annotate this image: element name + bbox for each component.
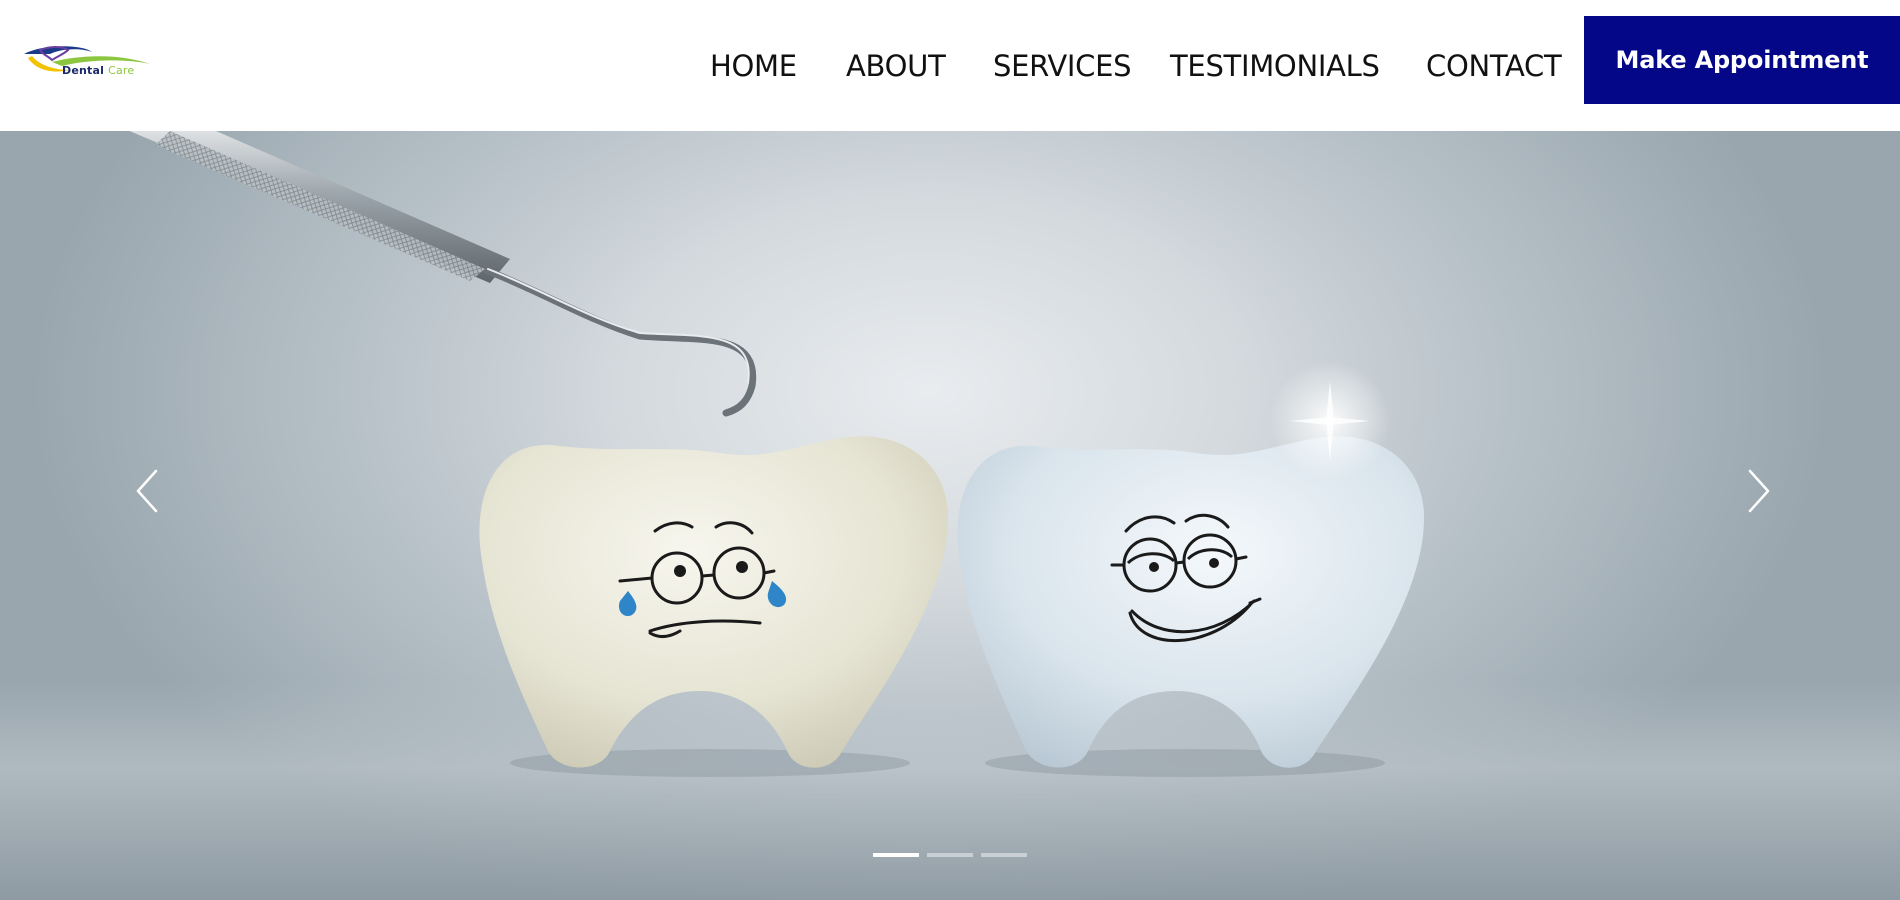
nav-services[interactable]: SERVICES (993, 44, 1132, 88)
happy-tooth (957, 361, 1425, 777)
site-logo[interactable]: Dental Care (22, 44, 154, 84)
logo-text: Dental Care (62, 64, 134, 77)
hero-carousel (0, 131, 1900, 900)
carousel-indicator-2[interactable] (927, 853, 973, 857)
sad-tooth (479, 436, 949, 777)
site-header: Dental Care HOME ABOUT SERVICES TESTIMON… (0, 0, 1900, 131)
make-appointment-button[interactable]: Make Appointment (1584, 16, 1900, 104)
logo-text-secondary: Care (108, 64, 135, 77)
chevron-left-icon (136, 469, 158, 513)
nav-contact[interactable]: CONTACT (1426, 44, 1562, 88)
hero-image (129, 131, 1425, 777)
chevron-right-icon (1748, 469, 1770, 513)
carousel-indicator-1[interactable] (873, 853, 919, 857)
carousel-indicator-3[interactable] (981, 853, 1027, 857)
carousel-prev-button[interactable] (128, 461, 168, 521)
nav-testimonials[interactable]: TESTIMONIALS (1170, 44, 1380, 88)
nav-about[interactable]: ABOUT (846, 44, 946, 88)
dental-probe (129, 131, 757, 417)
logo-text-primary: Dental (62, 64, 105, 77)
carousel-next-button[interactable] (1738, 461, 1778, 521)
nav-home[interactable]: HOME (710, 44, 797, 88)
